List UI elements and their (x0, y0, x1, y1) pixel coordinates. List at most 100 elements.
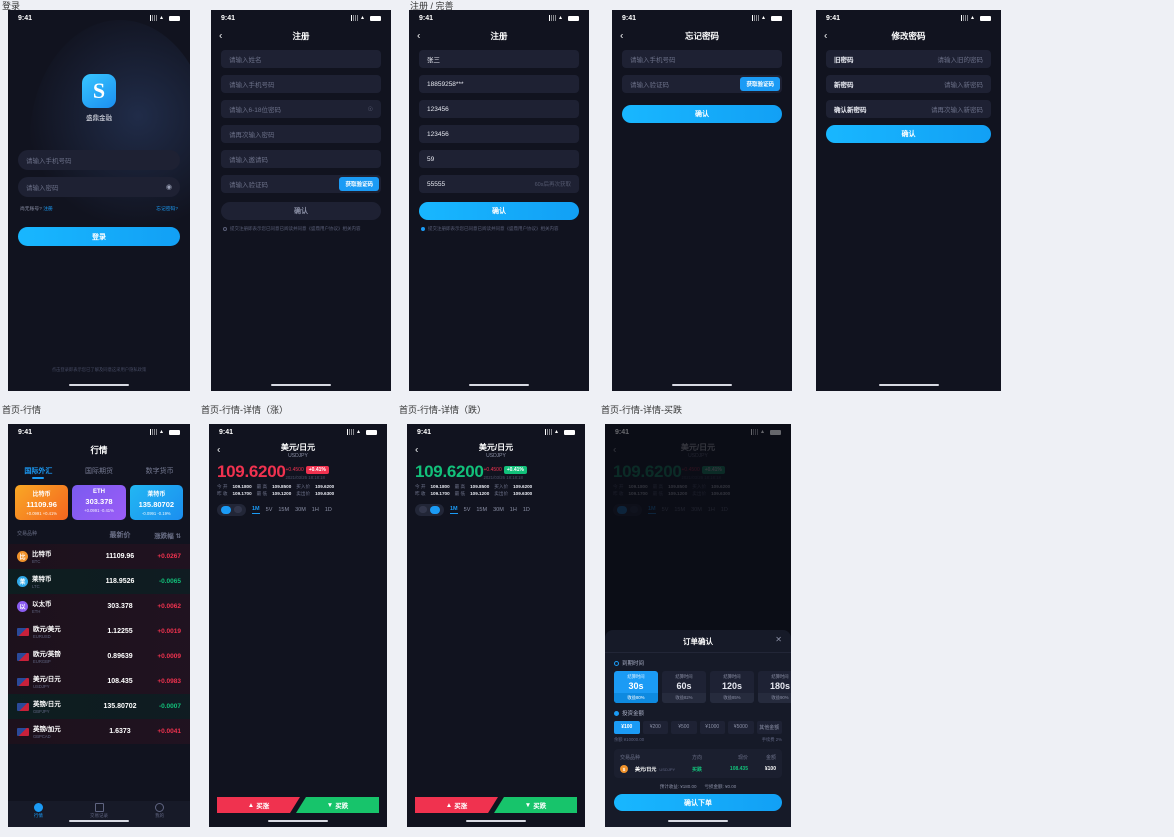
password-confirm-input[interactable]: 请再次输入密码 (221, 125, 381, 143)
register-link[interactable]: 注册 (43, 207, 53, 212)
name-input[interactable]: 张三 (419, 50, 579, 68)
submit-button[interactable]: 确认 (221, 202, 381, 220)
duration-30s[interactable]: 结算时间 30s 收益80% (614, 671, 658, 703)
tabbar-item-profile[interactable]: 我的 (129, 803, 190, 819)
card-eth[interactable]: ETH 303.378 +0.0991 -0.41% (72, 485, 126, 520)
verify-code-input[interactable]: 请输入验证码 获取验证码 (622, 75, 782, 93)
amount-5000[interactable]: ¥5000 (728, 721, 754, 734)
timeframe-1h[interactable]: 1H (510, 507, 517, 513)
price-chart[interactable] (209, 522, 387, 710)
table-row[interactable]: 美元/日元 USDJPY 108.435 +0.0983 (8, 669, 190, 694)
column-change[interactable]: 涨跌幅 ⇅ (141, 530, 181, 540)
submit-button[interactable]: 确认 (622, 105, 782, 123)
confirm-password-label: 确认新密码 (834, 107, 867, 114)
back-icon[interactable]: ‹ (620, 31, 623, 42)
bar-chart-icon[interactable] (221, 505, 231, 514)
card-ltc[interactable]: 莱特币 135.80702 -0.0991 -0.19% (129, 485, 183, 520)
price-chart[interactable] (407, 522, 585, 710)
timeframe-5m[interactable]: 5V (266, 507, 273, 513)
timeframe-5m[interactable]: 5V (464, 507, 471, 513)
verify-code-input[interactable]: 请输入验证码 获取验证码 (221, 175, 381, 193)
back-icon[interactable]: ‹ (217, 445, 220, 456)
amount-200[interactable]: ¥200 (642, 721, 668, 734)
forgot-password-link[interactable]: 忘记密码? (156, 205, 178, 212)
table-row[interactable]: 英镑/加元 GBPCAD 1.6373 +0.0041 (8, 719, 190, 744)
get-code-button[interactable]: 获取验证码 (339, 177, 379, 191)
timeframe-1d[interactable]: 1D (325, 507, 332, 513)
timeframe-1d[interactable]: 1D (523, 507, 530, 513)
submit-button[interactable]: 确认 (419, 202, 579, 220)
table-row[interactable]: 欧元/美元 EURUSD 1.12255 +0.0019 (8, 619, 190, 644)
table-row[interactable]: 欧元/英镑 EURGBP 0.89639 +0.0009 (8, 644, 190, 669)
verify-code-input[interactable]: 55555 60s后再次获取 (419, 175, 579, 193)
password-input[interactable]: 123456 (419, 100, 579, 118)
table-row[interactable]: 莱莱特币 LTC 118.9526 -0.0065 (8, 569, 190, 594)
phone-input[interactable]: 请输入手机号码 (18, 150, 180, 170)
timeframe-15m[interactable]: 15M (476, 507, 487, 513)
buy-down-button[interactable]: ▼ 买跌 (296, 797, 379, 813)
password-confirm-input[interactable]: 123456 (419, 125, 579, 143)
card-btc[interactable]: 比特币 11109.96 +0.0991 +0.41% (15, 485, 69, 520)
tab-forex[interactable]: 国际外汇 (24, 466, 52, 476)
password-input[interactable]: 请输入密码 ◉ (18, 177, 180, 197)
candle-chart-icon[interactable] (234, 506, 242, 514)
timeframe-1m[interactable]: 1M (450, 506, 458, 514)
eye-icon[interactable]: ◉ (166, 183, 172, 191)
agreement-row[interactable]: 提交注册即表示您已同意已阅读并同意《盛鼎用户协议》相关内容 (211, 220, 391, 232)
back-icon[interactable]: ‹ (219, 31, 222, 42)
amount-other[interactable]: 其他金额 (756, 721, 782, 734)
bar-chart-icon[interactable] (419, 506, 427, 514)
stat-high-value: 109.8500 (272, 484, 292, 489)
chart-type-toggle[interactable] (415, 503, 444, 516)
close-icon[interactable]: ✕ (775, 635, 782, 644)
confirm-order-button[interactable]: 确认下单 (614, 794, 782, 811)
agreement-row[interactable]: 提交注册即表示您已同意已阅读并同意《盛鼎用户协议》相关内容 (409, 220, 589, 232)
timeframe-1h[interactable]: 1H (312, 507, 319, 513)
timeframe-1m[interactable]: 1M (252, 506, 260, 514)
chart-type-toggle[interactable] (217, 503, 246, 516)
phone-input[interactable]: 请输入手机号码 (622, 50, 782, 68)
stat-ask-label: 卖出价 (296, 490, 311, 496)
buy-down-button[interactable]: ▼ 买跌 (494, 797, 577, 813)
checkbox-icon[interactable] (223, 227, 227, 231)
confirm-password-row[interactable]: 确认新密码 请再次输入新密码 (826, 100, 991, 118)
tab-crypto[interactable]: 数字货币 (146, 466, 174, 476)
password-input[interactable]: 请输入6-18位密码 ☉ (221, 100, 381, 118)
invite-code-input[interactable]: 请输入邀请码 (221, 150, 381, 168)
tabbar-item-records[interactable]: 交易记录 (69, 803, 130, 819)
new-password-row[interactable]: 新密码 请输入新密码 (826, 75, 991, 93)
buy-up-button[interactable]: ▲ 买涨 (217, 797, 300, 813)
buy-up-button[interactable]: ▲ 买涨 (415, 797, 498, 813)
tabbar-item-market[interactable]: 行情 (8, 803, 69, 819)
duration-60s[interactable]: 结算时间 60s 收益82% (662, 671, 706, 703)
back-icon[interactable]: ‹ (824, 31, 827, 42)
timeframe-30m[interactable]: 30M (295, 507, 306, 513)
phone-input[interactable]: 请输入手机号码 (221, 75, 381, 93)
login-button[interactable]: 登录 (18, 227, 180, 246)
invite-code-input[interactable]: 59 (419, 150, 579, 168)
amount-500[interactable]: ¥500 (671, 721, 697, 734)
table-row[interactable]: 比比特币 BTC 11109.96 +0.0267 (8, 544, 190, 569)
quote-timestamp: 2021/03/26 18:18:18 (483, 475, 523, 480)
back-icon[interactable]: ‹ (415, 445, 418, 456)
amount-100[interactable]: ¥100 (614, 721, 640, 734)
get-code-button[interactable]: 获取验证码 (740, 77, 780, 91)
checkbox-icon[interactable] (421, 227, 425, 231)
eye-off-icon[interactable]: ☉ (368, 106, 373, 113)
back-icon[interactable]: ‹ (417, 31, 420, 42)
timeframe-15m[interactable]: 15M (278, 507, 289, 513)
table-row[interactable]: 以以太币 ETH 303.378 +0.0062 (8, 594, 190, 619)
amount-1000[interactable]: ¥1000 (699, 721, 725, 734)
timeframe-30m[interactable]: 30M (493, 507, 504, 513)
phone-input[interactable]: 18859258*** (419, 75, 579, 93)
old-password-row[interactable]: 旧密码 请输入旧的密码 (826, 50, 991, 68)
stat-low-label: 最 低 (454, 490, 466, 496)
table-row[interactable]: 英镑/日元 GBPJPY 135.80702 -0.0007 (8, 694, 190, 719)
tab-futures[interactable]: 国际期货 (85, 466, 113, 476)
submit-button[interactable]: 确认 (826, 125, 991, 143)
card-price: 303.378 (85, 497, 113, 506)
candle-chart-icon[interactable] (430, 505, 440, 514)
duration-120s[interactable]: 结算时间 120s 收益85% (710, 671, 754, 703)
name-input[interactable]: 请输入姓名 (221, 50, 381, 68)
duration-180s[interactable]: 结算时间 180s 收益90% (758, 671, 791, 703)
